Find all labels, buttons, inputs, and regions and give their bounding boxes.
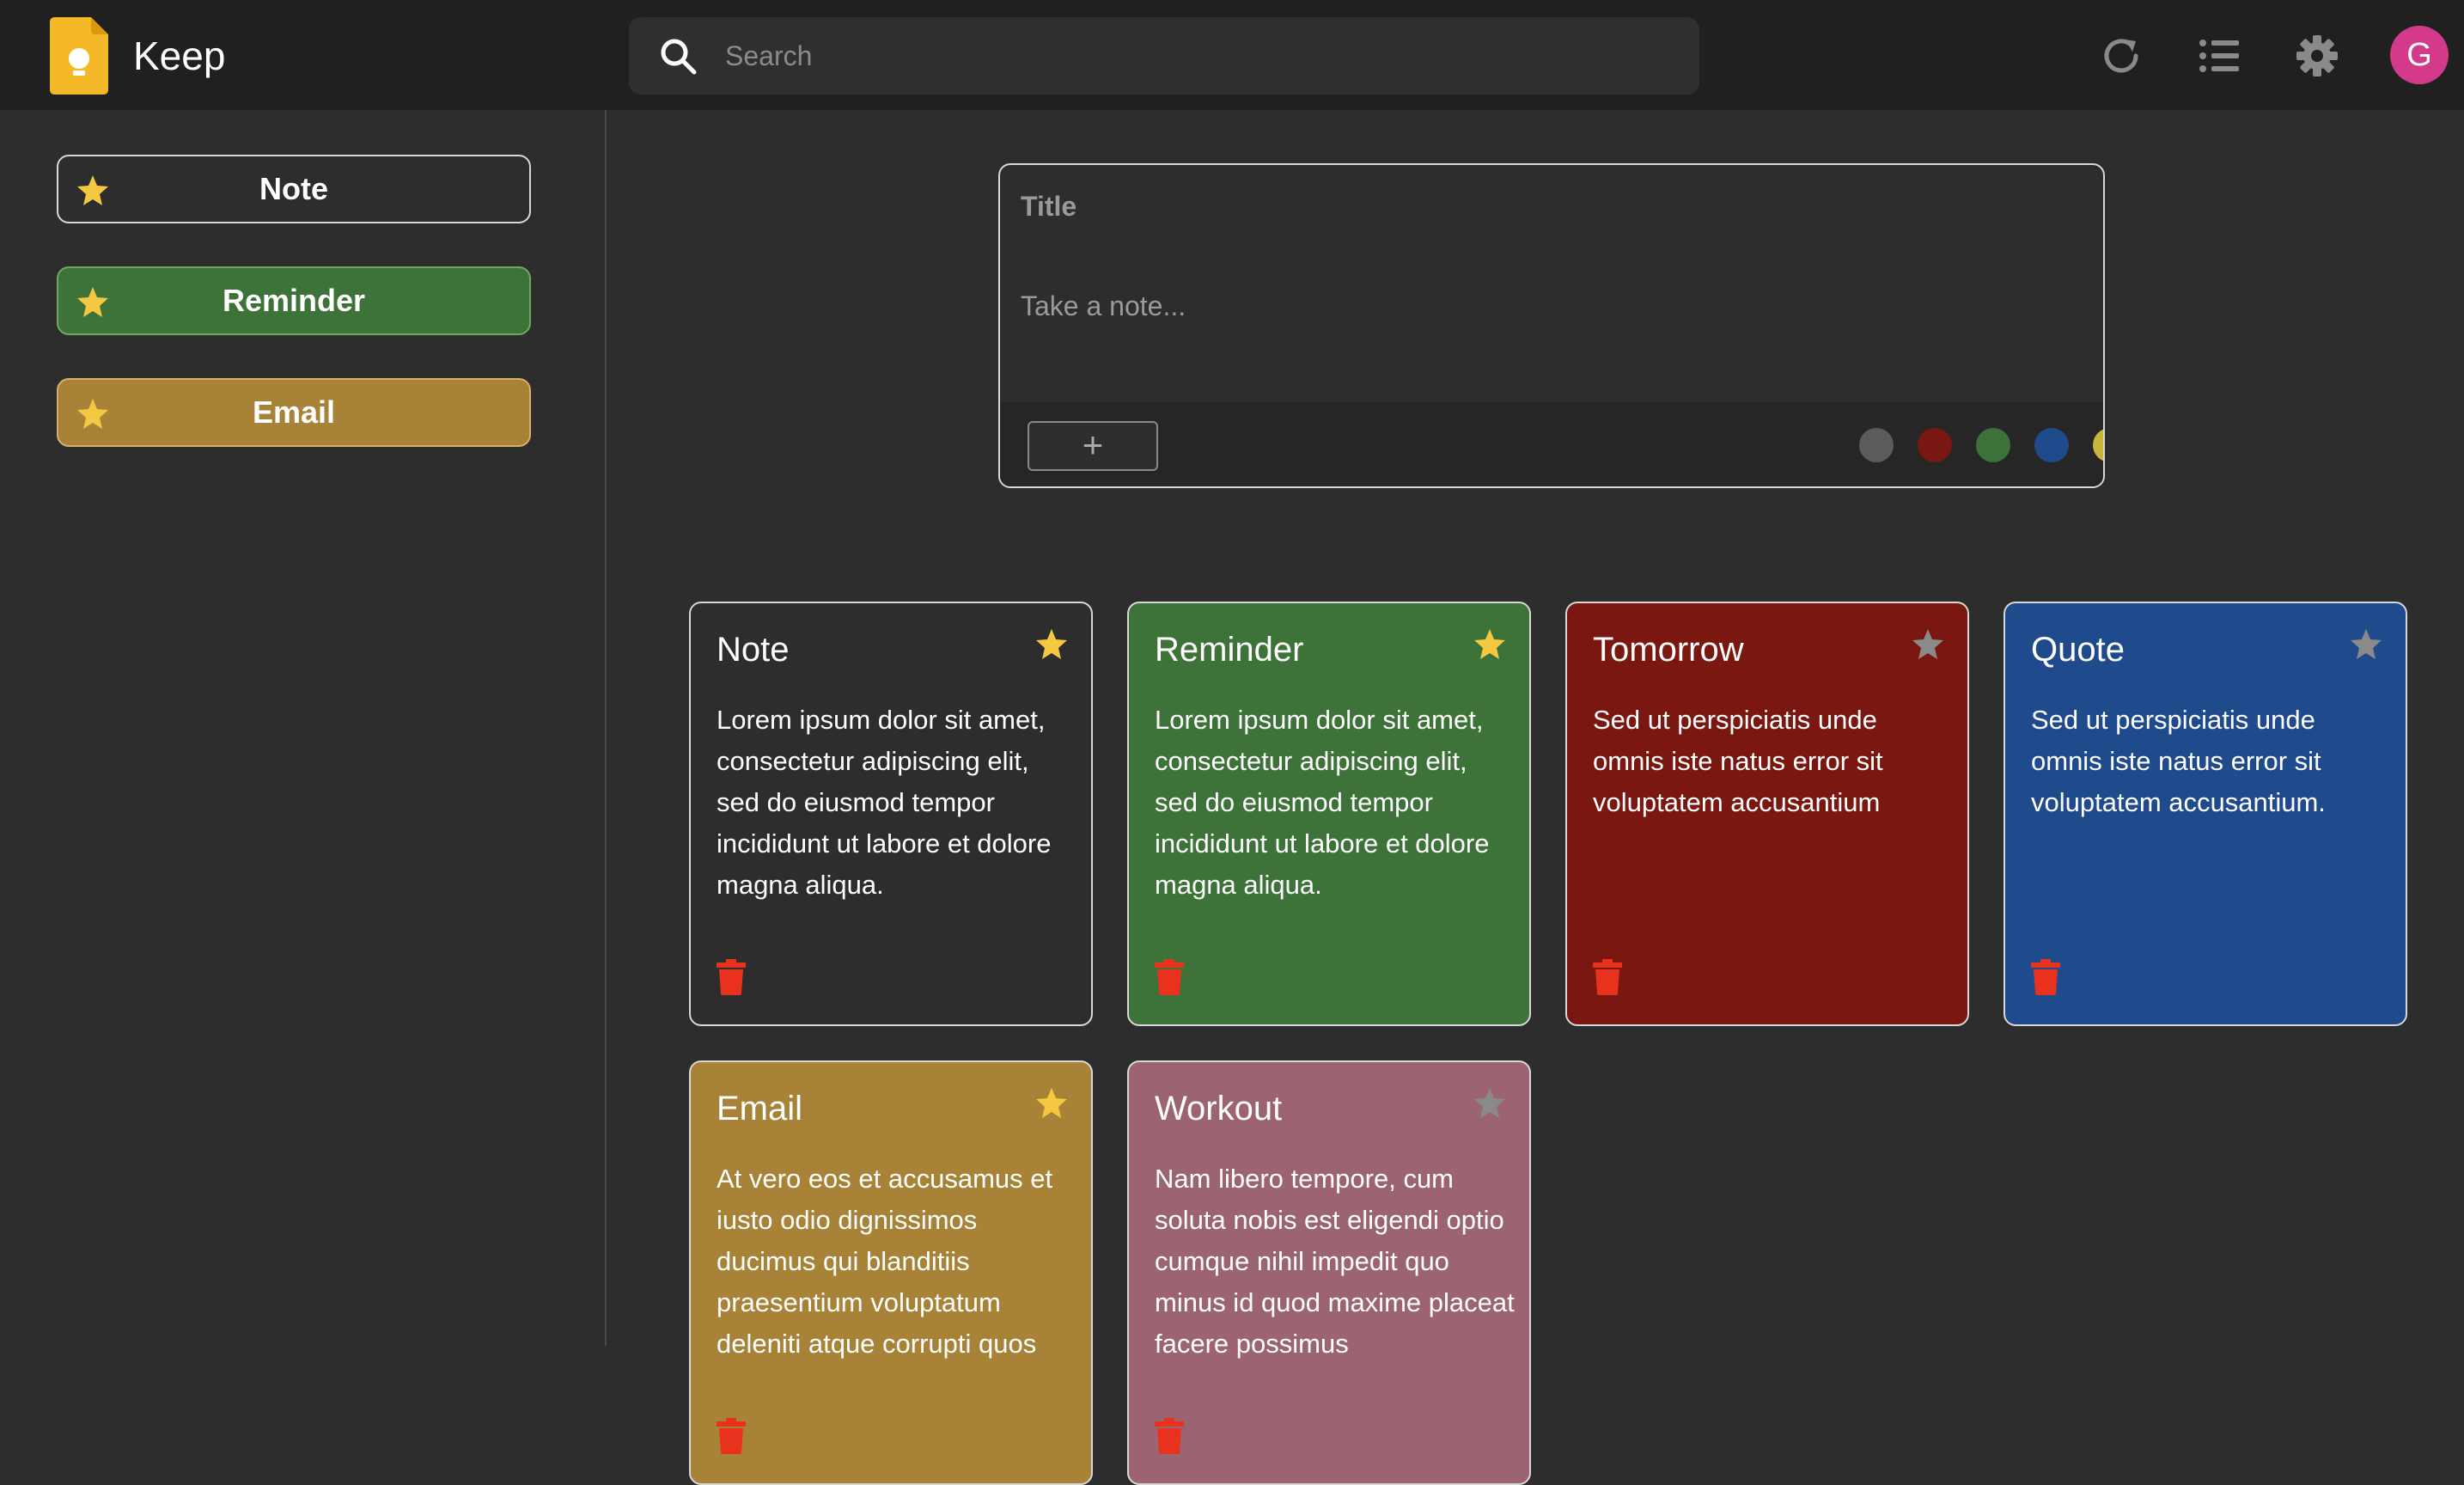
top-app-bar: Keep G <box>0 0 2464 110</box>
search-icon[interactable] <box>658 36 698 76</box>
sidebar-item-label: Note <box>259 171 328 206</box>
trash-icon[interactable] <box>1155 959 1184 995</box>
sidebar-item-label: Reminder <box>222 283 366 318</box>
composer-title-input[interactable]: Title <box>1021 191 1076 223</box>
note-card-workout[interactable]: Workout Nam libero tempore, cum soluta no… <box>1127 1060 1531 1485</box>
search-input[interactable] <box>725 17 1679 95</box>
sidebar: Note Reminder Email <box>0 110 607 1346</box>
star-icon[interactable] <box>1911 627 1945 662</box>
note-body: Sed ut perspiciatis unde omnis iste natu… <box>1593 705 1883 817</box>
note-card-email[interactable]: Email At vero eos et accusamus et iusto o… <box>689 1060 1093 1485</box>
note-title: Workout <box>1155 1090 1283 1128</box>
refresh-icon[interactable] <box>2098 33 2144 79</box>
sidebar-item-reminder[interactable]: Reminder <box>57 266 531 335</box>
note-title: Email <box>717 1090 803 1128</box>
note-body: Sed ut perspiciatis unde omnis iste natu… <box>2031 705 2326 817</box>
note-title: Quote <box>2031 631 2125 669</box>
note-body: At vero eos et accusamus et iusto odio d… <box>717 1164 1053 1359</box>
color-swatch[interactable] <box>2034 428 2069 462</box>
note-title: Note <box>717 631 790 669</box>
color-swatch[interactable] <box>1859 428 1894 462</box>
note-card-quote[interactable]: Quote Sed ut perspiciatis unde omnis iste… <box>2004 602 2407 1026</box>
star-icon[interactable] <box>1034 1086 1069 1121</box>
star-icon[interactable] <box>1473 1086 1507 1121</box>
sidebar-item-email[interactable]: Email <box>57 378 531 447</box>
trash-icon[interactable] <box>717 959 746 995</box>
add-note-button[interactable]: + <box>1028 421 1158 471</box>
note-body: Nam libero tempore, cum soluta nobis est… <box>1155 1164 1515 1359</box>
note-composer[interactable]: Title Take a note... + <box>998 163 2105 488</box>
list-view-icon[interactable] <box>2196 33 2242 79</box>
note-body: Lorem ipsum dolor sit amet, consectetur … <box>1155 705 1490 900</box>
note-card-reminder[interactable]: Reminder Lorem ipsum dolor sit amet, cons… <box>1127 602 1531 1026</box>
composer-toolbar: + <box>1000 402 2103 486</box>
star-icon[interactable] <box>1034 627 1069 662</box>
color-swatch[interactable] <box>2093 428 2103 462</box>
trash-icon[interactable] <box>1155 1418 1184 1454</box>
trash-icon[interactable] <box>2031 959 2060 995</box>
composer-body-input[interactable]: Take a note... <box>1021 290 1186 322</box>
note-body: Lorem ipsum dolor sit amet, consectetur … <box>717 705 1052 900</box>
trash-icon[interactable] <box>1593 959 1622 995</box>
app-title: Keep <box>133 34 226 78</box>
search-bar[interactable] <box>629 17 1699 95</box>
note-title: Reminder <box>1155 631 1304 669</box>
sidebar-item-label: Email <box>252 394 336 430</box>
note-title: Tomorrow <box>1593 631 1744 669</box>
color-swatch[interactable] <box>1976 428 2010 462</box>
keep-logo-icon <box>50 17 108 95</box>
trash-icon[interactable] <box>717 1418 746 1454</box>
settings-gear-icon[interactable] <box>2294 33 2340 79</box>
user-avatar[interactable]: G <box>2390 26 2449 84</box>
note-card-tomorrow[interactable]: Tomorrow Sed ut perspiciatis unde omnis i… <box>1565 602 1969 1026</box>
star-icon[interactable] <box>1473 627 1507 662</box>
sidebar-item-note[interactable]: Note <box>57 155 531 223</box>
star-icon[interactable] <box>2349 627 2383 662</box>
color-swatch[interactable] <box>1918 428 1952 462</box>
note-card-note[interactable]: Note Lorem ipsum dolor sit amet, consecte… <box>689 602 1093 1026</box>
